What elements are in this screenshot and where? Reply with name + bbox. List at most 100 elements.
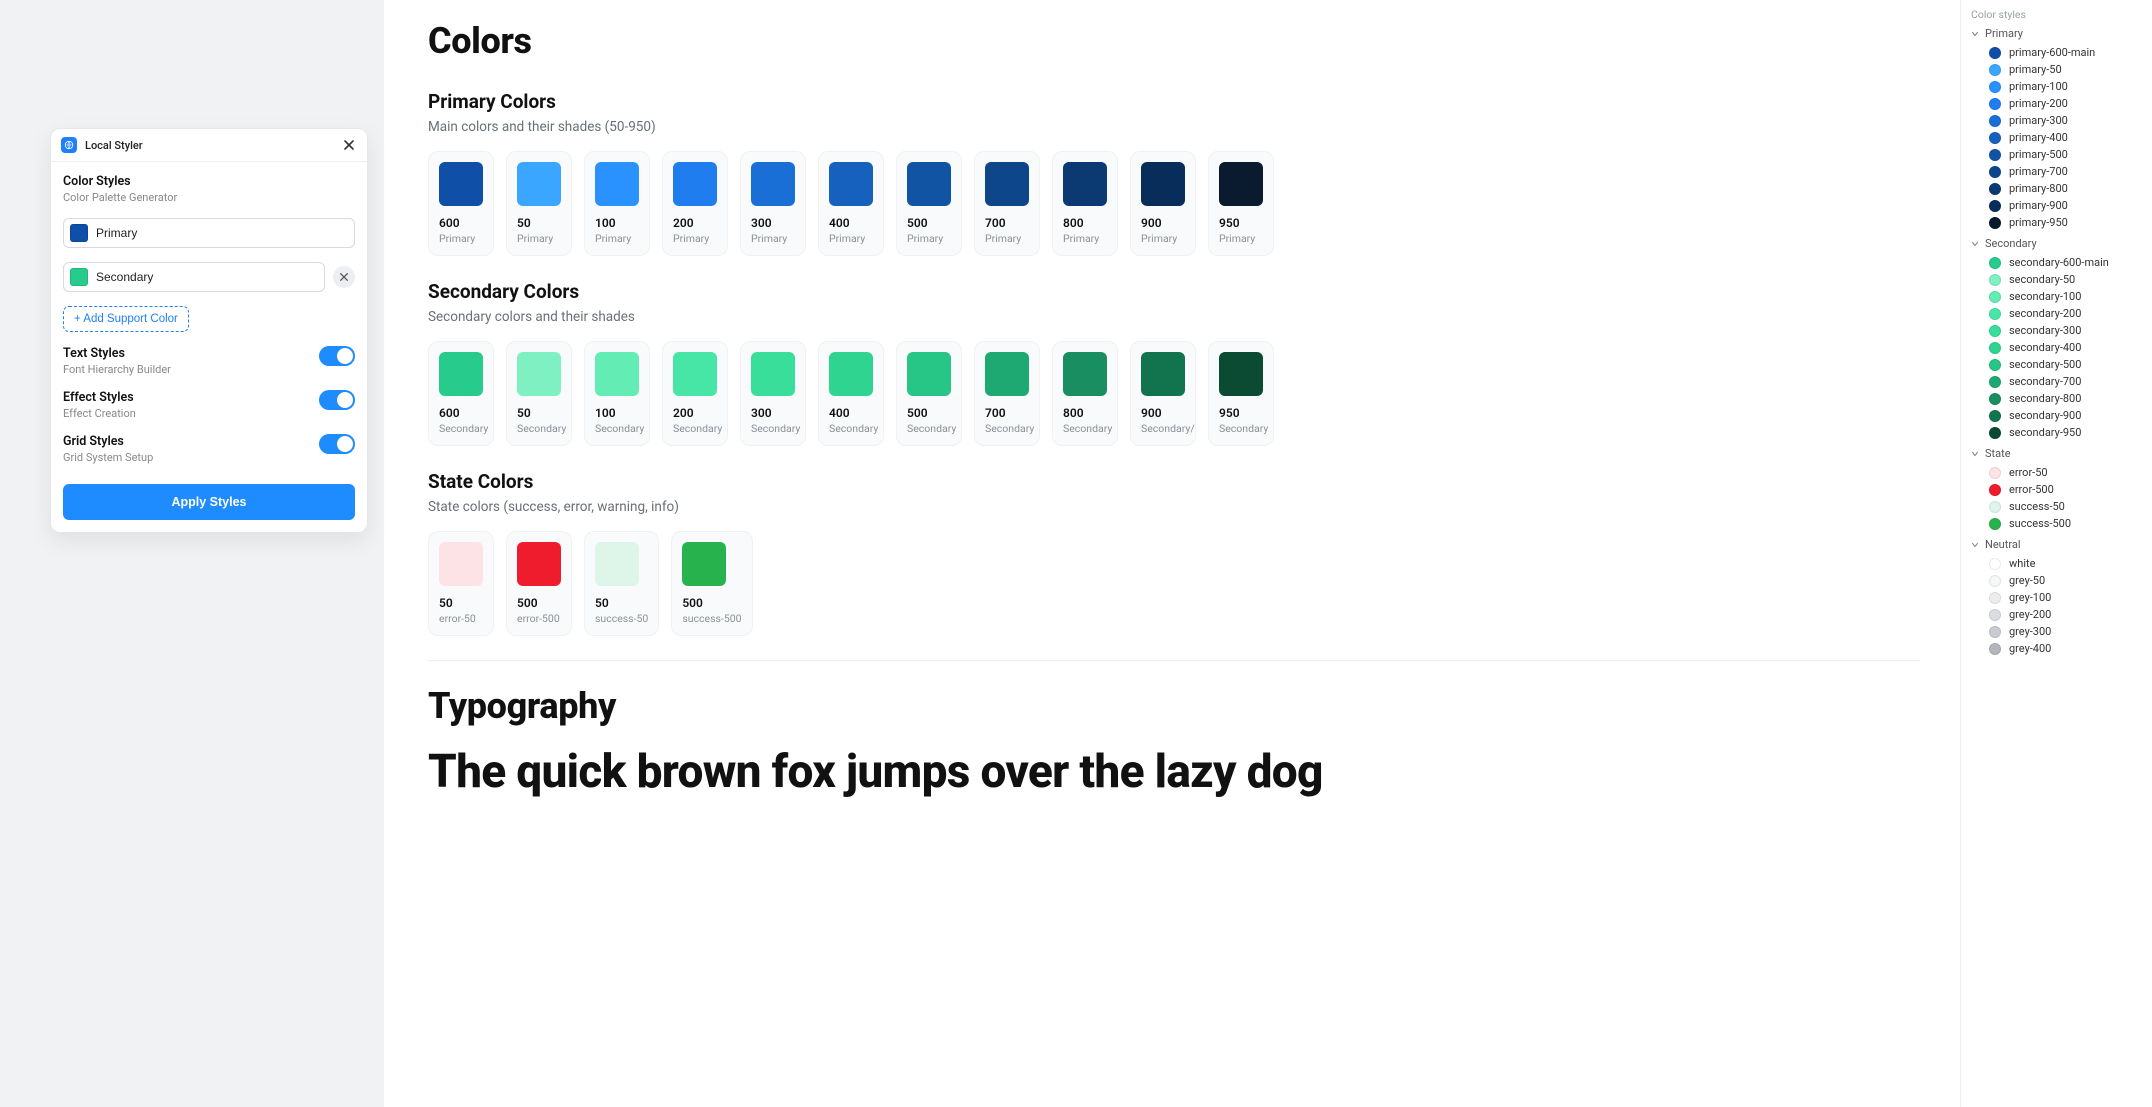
sidebar-style-item[interactable]: error-50	[1971, 464, 2142, 481]
color-swatch-icon[interactable]	[70, 224, 88, 242]
color-swatch-card[interactable]: 800Secondary	[1052, 341, 1118, 446]
color-swatch-card[interactable]: 900Primary	[1130, 151, 1196, 256]
color-swatch-card[interactable]: 100Primary	[584, 151, 650, 256]
sidebar-style-item[interactable]: secondary-500	[1971, 356, 2142, 373]
style-label: primary-300	[2009, 114, 2068, 127]
color-swatch-card[interactable]: 100Secondary	[584, 341, 650, 446]
color-swatch-card[interactable]: 700Primary	[974, 151, 1040, 256]
color-swatch-card[interactable]: 200Secondary	[662, 341, 728, 446]
color-chip	[1141, 352, 1185, 396]
sidebar-style-item[interactable]: grey-100	[1971, 589, 2142, 606]
sidebar-style-item[interactable]: secondary-400	[1971, 339, 2142, 356]
sidebar-style-item[interactable]: secondary-50	[1971, 271, 2142, 288]
color-swatch-card[interactable]: 50success-50	[584, 531, 659, 636]
color-swatch-card[interactable]: 500Secondary	[896, 341, 962, 446]
toggle-switch[interactable]	[319, 390, 355, 410]
style-label: grey-300	[2009, 625, 2051, 638]
swatch-shade: 700	[985, 406, 1029, 420]
sidebar-style-item[interactable]: primary-950	[1971, 214, 2142, 231]
sidebar-style-item[interactable]: grey-200	[1971, 606, 2142, 623]
color-dot-icon	[1989, 81, 2001, 93]
toggle-subtitle: Font Hierarchy Builder	[63, 363, 171, 376]
sidebar-style-item[interactable]: secondary-900	[1971, 407, 2142, 424]
color-name-input[interactable]	[96, 226, 348, 240]
color-swatch-card[interactable]: 50error-50	[428, 531, 494, 636]
color-swatch-card[interactable]: 500Primary	[896, 151, 962, 256]
color-dot-icon	[1989, 98, 2001, 110]
typography-sample: The quick brown fox jumps over the lazy …	[428, 745, 1920, 799]
style-label: primary-100	[2009, 80, 2068, 93]
sidebar-style-item[interactable]: secondary-950	[1971, 424, 2142, 441]
color-swatch-card[interactable]: 700Secondary	[974, 341, 1040, 446]
swatch-family: Primary	[985, 232, 1029, 245]
color-swatch-card[interactable]: 900Secondary/	[1130, 341, 1196, 446]
sidebar-style-item[interactable]: grey-400	[1971, 640, 2142, 657]
sidebar-style-item[interactable]: grey-50	[1971, 572, 2142, 589]
sidebar-group-header[interactable]: Primary	[1971, 27, 2142, 40]
color-swatch-card[interactable]: 300Primary	[740, 151, 806, 256]
sidebar-style-item[interactable]: primary-500	[1971, 146, 2142, 163]
color-chip	[751, 352, 795, 396]
color-swatch-card[interactable]: 500error-500	[506, 531, 572, 636]
swatch-family: Primary	[829, 232, 873, 245]
sidebar-style-item[interactable]: white	[1971, 555, 2142, 572]
style-label: primary-800	[2009, 182, 2068, 195]
color-input[interactable]	[63, 218, 355, 248]
color-dot-icon	[1989, 393, 2001, 405]
sidebar-style-item[interactable]: primary-400	[1971, 129, 2142, 146]
sidebar-style-item[interactable]: primary-600-main	[1971, 44, 2142, 61]
sidebar-style-item[interactable]: primary-800	[1971, 180, 2142, 197]
apply-styles-button[interactable]: Apply Styles	[63, 484, 355, 520]
color-styles-sidebar[interactable]: Color styles Primaryprimary-600-mainprim…	[1960, 0, 2152, 1107]
color-swatch-card[interactable]: 50Secondary	[506, 341, 572, 446]
sidebar-style-item[interactable]: secondary-300	[1971, 322, 2142, 339]
sidebar-heading: Color styles	[1971, 8, 2142, 21]
main-canvas[interactable]: Colors Primary Colors Main colors and th…	[384, 0, 1960, 1107]
color-swatch-card[interactable]: 400Secondary	[818, 341, 884, 446]
sidebar-style-item[interactable]: secondary-700	[1971, 373, 2142, 390]
sidebar-style-item[interactable]: secondary-100	[1971, 288, 2142, 305]
sidebar-style-item[interactable]: primary-300	[1971, 112, 2142, 129]
sidebar-style-item[interactable]: primary-900	[1971, 197, 2142, 214]
sidebar-style-item[interactable]: success-500	[1971, 515, 2142, 532]
color-swatch-icon[interactable]	[70, 268, 88, 286]
color-swatch-card[interactable]: 300Secondary	[740, 341, 806, 446]
sidebar-group-header[interactable]: State	[1971, 447, 2142, 460]
swatch-shade: 800	[1063, 216, 1107, 230]
remove-color-button[interactable]	[333, 266, 355, 288]
color-dot-icon	[1989, 427, 2001, 439]
sidebar-style-item[interactable]: primary-100	[1971, 78, 2142, 95]
sidebar-group-header[interactable]: Neutral	[1971, 538, 2142, 551]
close-icon[interactable]	[341, 137, 357, 153]
add-support-color-button[interactable]: + Add Support Color	[63, 306, 189, 332]
color-name-input[interactable]	[96, 270, 318, 284]
color-swatch-card[interactable]: 400Primary	[818, 151, 884, 256]
panel-header: Local Styler	[51, 129, 367, 162]
swatch-shade: 500	[907, 406, 951, 420]
sidebar-style-item[interactable]: primary-50	[1971, 61, 2142, 78]
sidebar-style-item[interactable]: error-500	[1971, 481, 2142, 498]
sidebar-style-item[interactable]: success-50	[1971, 498, 2142, 515]
color-swatch-card[interactable]: 950Primary	[1208, 151, 1274, 256]
color-swatch-card[interactable]: 50Primary	[506, 151, 572, 256]
style-label: success-500	[2009, 517, 2071, 530]
color-swatch-card[interactable]: 800Primary	[1052, 151, 1118, 256]
sidebar-style-item[interactable]: grey-300	[1971, 623, 2142, 640]
color-swatch-card[interactable]: 600Primary	[428, 151, 494, 256]
sidebar-style-item[interactable]: primary-700	[1971, 163, 2142, 180]
sidebar-style-item[interactable]: primary-200	[1971, 95, 2142, 112]
swatch-shade: 500	[682, 596, 741, 610]
color-swatch-card[interactable]: 200Primary	[662, 151, 728, 256]
color-styles-section: Color Styles Color Palette Generator	[63, 174, 355, 204]
state-colors-subtitle: State colors (success, error, warning, i…	[428, 499, 1920, 515]
color-swatch-card[interactable]: 950Secondary	[1208, 341, 1274, 446]
toggle-switch[interactable]	[319, 434, 355, 454]
sidebar-style-item[interactable]: secondary-800	[1971, 390, 2142, 407]
color-input[interactable]	[63, 262, 325, 292]
color-swatch-card[interactable]: 600Secondary	[428, 341, 494, 446]
sidebar-style-item[interactable]: secondary-200	[1971, 305, 2142, 322]
sidebar-style-item[interactable]: secondary-600-main	[1971, 254, 2142, 271]
color-swatch-card[interactable]: 500success-500	[671, 531, 752, 636]
toggle-switch[interactable]	[319, 346, 355, 366]
sidebar-group-header[interactable]: Secondary	[1971, 237, 2142, 250]
